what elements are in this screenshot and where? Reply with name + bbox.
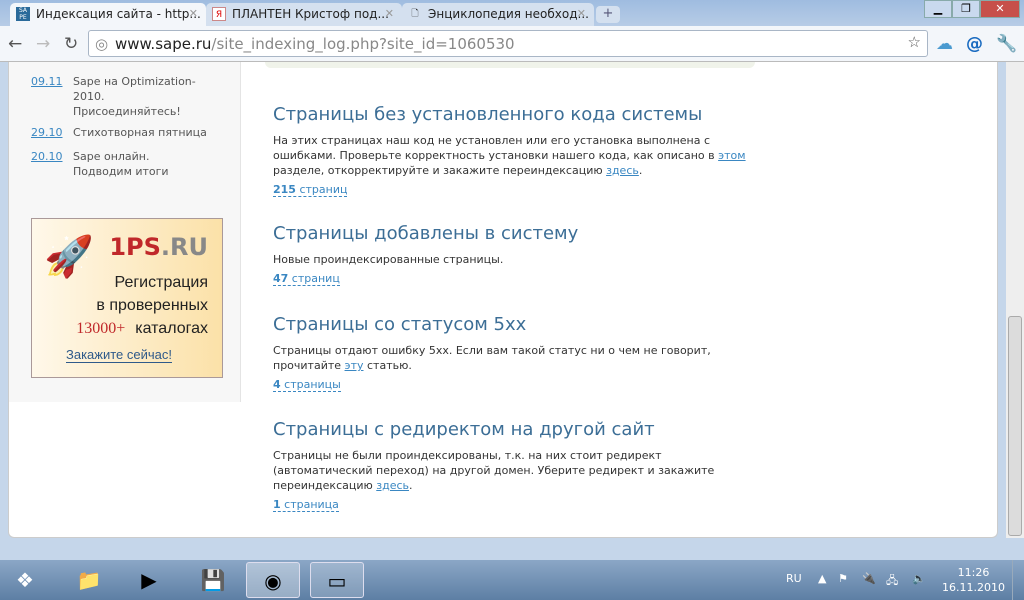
section-5xx: Страницы со статусом 5xx Страницы отдают… [273,314,763,392]
page-content: 09.11 Sape на Optimization-2010. Присоеди… [8,62,998,538]
section-title: Страницы добавлены в систему [273,223,579,244]
url-path: /site_indexing_log.php?site_id=1060530 [211,35,515,53]
taskbar: ❖ 📁 ▶ 💾 ◉ ▭ RU ▲ ⚑ 🔌 🖧 🔈 11:26 16.11.2010 [0,560,1024,600]
ad-text: Регистрация в проверенных 13000+ каталогах [76,274,208,337]
news-date-link[interactable]: 09.11 [31,74,71,89]
news-text: Sape онлайн. Подводим итоги [73,150,169,178]
tab-title: ПЛАНТЕН Кристоф под... [232,7,389,21]
tab-title: Энциклопедия необход... [428,7,589,21]
section-text: Страницы отдают ошибку 5xx. Если вам так… [273,344,711,372]
section-title: Страницы со статусом 5xx [273,314,527,335]
save-app-icon[interactable]: 💾 [186,562,240,598]
chrome-icon[interactable]: ◉ [246,562,300,598]
section-redirect: Страницы с редиректом на другой сайт Стр… [273,419,763,512]
volume-icon[interactable]: 🔈 [912,572,926,585]
here-link[interactable]: здесь [376,479,409,492]
extension-icon[interactable]: ☁ [936,34,953,54]
news-text: Sape на Optimization-2010. Присоединяйте… [73,75,196,118]
news-text: Стихотворная пятница [73,126,207,139]
minimize-button[interactable]: ▁ [924,0,952,18]
toolbar: ← → ↻ ◎ www.sape.ru/site_indexing_log.php… [0,26,1024,62]
show-desktop-button[interactable] [1012,560,1024,600]
section-text: На этих страницах наш код не установлен … [273,134,746,177]
network-icon[interactable]: 🖧 [886,572,898,591]
explorer-icon[interactable]: 📁 [62,562,116,598]
page-count-link[interactable]: 1 страница [273,498,339,512]
news-item: 29.10 Стихотворная пятница [31,125,243,140]
forward-button[interactable]: → [36,34,50,54]
action-center-flag-icon[interactable]: ⚑ [838,572,848,585]
language-indicator[interactable]: RU [786,572,802,585]
sidebar: 09.11 Sape на Optimization-2010. Присоеди… [9,62,241,402]
news-date-link[interactable]: 29.10 [31,125,71,140]
news-item: 09.11 Sape на Optimization-2010. Присоеди… [31,74,213,119]
tab-planten[interactable]: Я ПЛАНТЕН Кристоф под... ✕ [206,3,402,26]
section-text: Новые проиндексированные страницы. [273,253,504,266]
tab-title: Индексация сайта - http... [36,7,201,21]
news-item: 20.10 Sape онлайн. Подводим итоги [31,149,183,179]
section-text: Страницы не были проиндексированы, т.к. … [273,449,715,492]
news-date-link[interactable]: 20.10 [31,149,71,164]
back-button[interactable]: ← [8,34,22,54]
start-button[interactable]: ❖ [0,562,50,598]
tab-encyclopedia[interactable]: 🗋 Энциклопедия необход... ✕ [402,3,594,26]
page-count-link[interactable]: 215 страниц [273,183,348,197]
section-added: Страницы добавлены в систему Новые проин… [273,223,763,286]
page-count-link[interactable]: 47 страниц [273,272,340,286]
close-tab-icon[interactable]: ✕ [385,7,394,20]
clock[interactable]: 11:26 16.11.2010 [942,565,1005,595]
maximize-button[interactable]: ❐ [952,0,980,18]
yandex-favicon: Я [212,7,226,21]
reload-button[interactable]: ↻ [64,34,78,54]
close-window-button[interactable]: ✕ [980,0,1020,18]
url-host: www.sape.ru [115,35,212,53]
section-title: Страницы без установленного кода системы [273,104,703,125]
ad-logo: 1PS.RU [109,233,208,261]
tab-bar: SA PE Индексация сайта - http... ✕ Я ПЛАНТЕН… [0,0,1024,26]
page-count-link[interactable]: 4 страницы [273,378,341,392]
sape-favicon: SA PE [16,7,30,21]
globe-icon: ◎ [95,35,109,53]
address-bar[interactable]: ◎ www.sape.ru/site_indexing_log.php?site_… [88,30,928,57]
scrollbar-thumb[interactable] [1008,316,1022,536]
close-tab-icon[interactable]: ✕ [577,7,586,20]
window-app-icon[interactable]: ▭ [310,562,364,598]
new-tab-button[interactable]: + [596,6,620,23]
mail-extension-icon[interactable]: @ [966,34,983,54]
wrench-icon[interactable]: 🔧 [996,34,1017,54]
article-link[interactable]: эту [345,359,364,372]
show-hidden-icons[interactable]: ▲ [818,572,826,585]
star-icon[interactable]: ☆ [908,33,921,51]
this-section-link[interactable]: этом [718,149,745,162]
media-player-icon[interactable]: ▶ [122,562,176,598]
info-box-bottom [265,62,755,68]
close-tab-icon[interactable]: ✕ [189,7,198,20]
here-link[interactable]: здесь [606,164,639,177]
tab-indexing[interactable]: SA PE Индексация сайта - http... ✕ [10,3,206,26]
ad-cta-link[interactable]: Закажите сейчас! [66,347,172,363]
1ps-ad-banner[interactable]: 🚀 1PS.RU Регистрация в проверенных 13000+ к… [31,218,223,378]
section-title: Страницы с редиректом на другой сайт [273,419,655,440]
page-icon: 🗋 [411,9,419,19]
power-icon[interactable]: 🔌 [862,572,876,585]
section-no-code: Страницы без установленного кода системы… [273,104,763,197]
